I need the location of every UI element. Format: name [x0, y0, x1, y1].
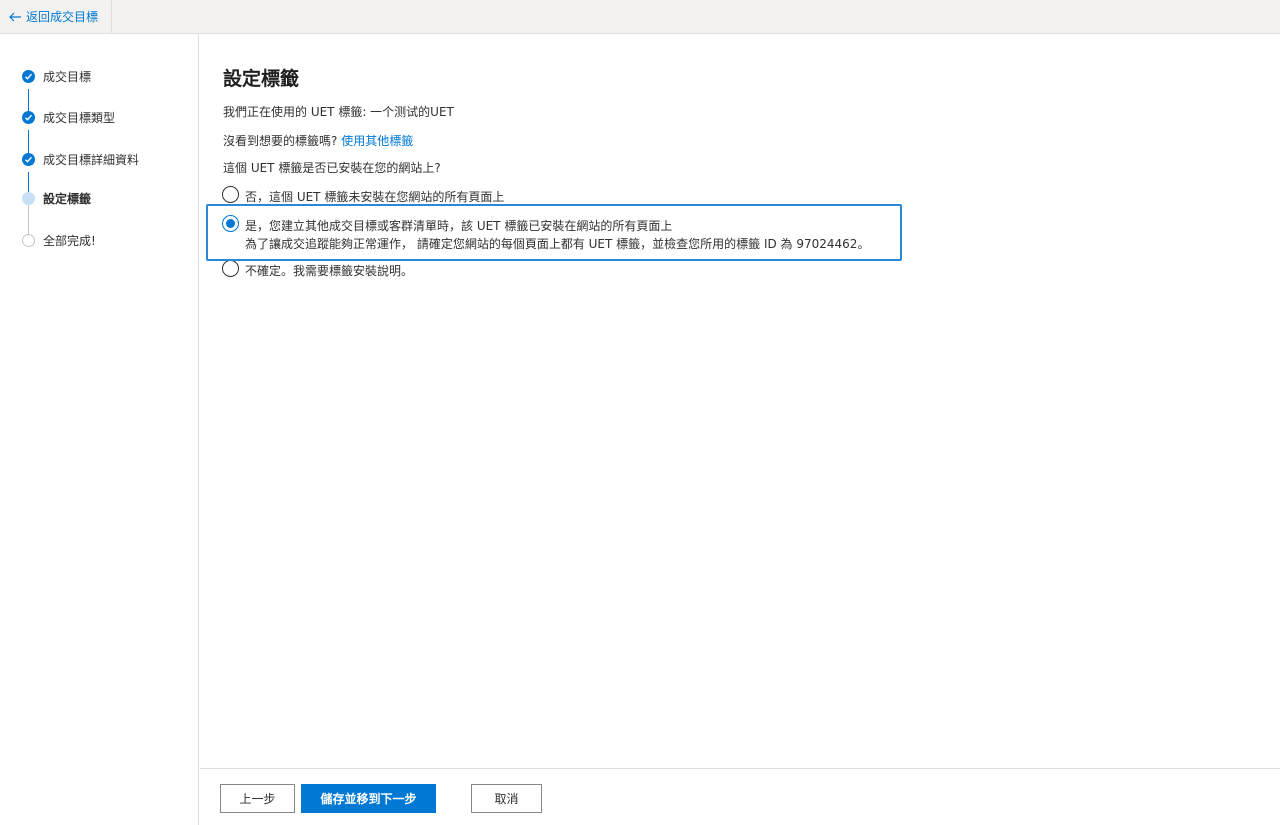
step-label: 全部完成!: [43, 234, 96, 248]
footer-actions: 上一步 儲存並移到下一步 取消: [200, 768, 1280, 825]
back-button[interactable]: 上一步: [220, 784, 295, 813]
back-to-conversion-goals-link[interactable]: 返回成交目標: [8, 0, 112, 33]
pending-step-dot-icon: [22, 234, 35, 247]
step-all-done: 全部完成!: [22, 232, 96, 249]
wizard-stepper: 成交目標 成交目標類型 成交目標詳細資料 設定標籤 全部完成!: [0, 34, 199, 825]
option-not-installed[interactable]: 否，這個 UET 標籤未安裝在您網站的所有頁面上: [222, 186, 504, 205]
tag-not-found-text: 沒看到想要的標籤嗎? 使用其他標籤: [223, 132, 413, 149]
step-connector: [28, 204, 29, 234]
check-circle-icon: [22, 111, 35, 124]
not-found-label: 沒看到想要的標籤嗎?: [223, 134, 342, 148]
step-conversion-goal-type[interactable]: 成交目標類型: [22, 109, 115, 126]
current-tag-text: 我們正在使用的 UET 標籤: 一个测试的UET: [223, 105, 454, 119]
back-link-label: 返回成交目標: [26, 10, 99, 24]
step-conversion-goal[interactable]: 成交目標: [22, 68, 91, 85]
radio-button[interactable]: [222, 186, 239, 203]
option-label: 否，這個 UET 標籤未安裝在您網站的所有頁面上: [245, 190, 505, 204]
step-label: 設定標籤: [43, 192, 92, 206]
step-conversion-goal-details[interactable]: 成交目標詳細資料: [22, 151, 139, 168]
step-label: 成交目標詳細資料: [43, 153, 140, 167]
top-bar: 返回成交目標: [0, 0, 1280, 34]
main-content: 設定標籤 我們正在使用的 UET 標籤: 一个测试的UET 沒看到想要的標籤嗎?…: [200, 34, 1280, 768]
radio-button[interactable]: [222, 260, 239, 277]
install-question: 這個 UET 標籤是否已安裝在您的網站上?: [223, 161, 441, 175]
use-other-tag-link[interactable]: 使用其他標籤: [341, 134, 413, 148]
step-label: 成交目標: [43, 70, 92, 84]
option-label: 不確定。我需要標籤安裝說明。: [245, 264, 414, 278]
step-set-tag: 設定標籤: [22, 190, 91, 207]
check-circle-icon: [22, 70, 35, 83]
save-and-next-button[interactable]: 儲存並移到下一步: [301, 784, 436, 813]
page-title: 設定標籤: [223, 68, 300, 90]
current-step-dot-icon: [22, 192, 35, 205]
option-not-sure[interactable]: 不確定。我需要標籤安裝說明。: [222, 260, 413, 279]
cancel-button[interactable]: 取消: [471, 784, 542, 813]
selected-option-highlight: [206, 204, 902, 261]
step-label: 成交目標類型: [43, 111, 116, 125]
arrow-left-icon: [9, 12, 21, 21]
check-circle-icon: [22, 153, 35, 166]
